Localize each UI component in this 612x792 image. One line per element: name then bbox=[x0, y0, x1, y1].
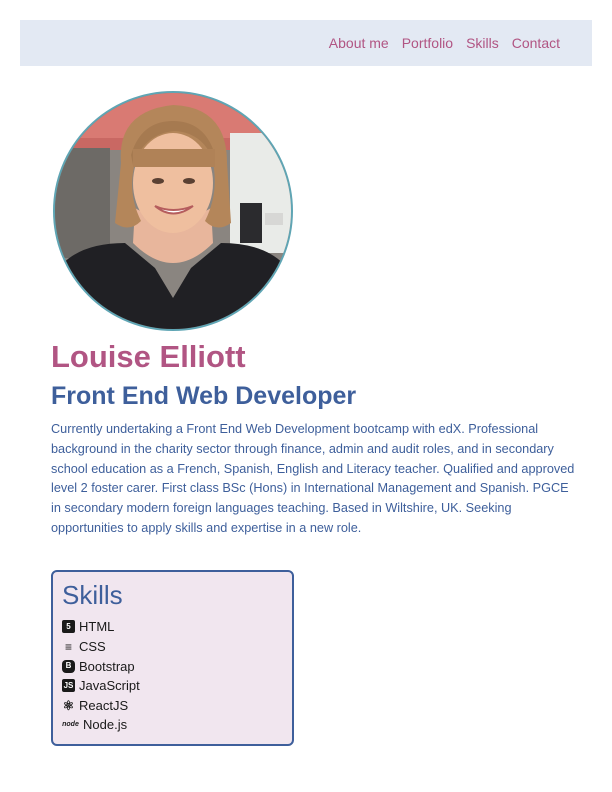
skills-title: Skills bbox=[62, 580, 123, 610]
profile-photo-image bbox=[55, 93, 291, 329]
skill-label: CSS bbox=[79, 639, 106, 655]
skills-card: Skills 5 HTML ≡ CSS B Bootstrap JS JavaS… bbox=[51, 570, 294, 746]
nav-link-about-me[interactable]: About me bbox=[329, 36, 389, 50]
bootstrap-icon: B bbox=[62, 659, 75, 673]
skill-label: ReactJS bbox=[79, 697, 129, 713]
nav-link-skills[interactable]: Skills bbox=[466, 36, 499, 50]
skill-label: Node.js bbox=[83, 717, 128, 733]
skill-item-html: 5 HTML bbox=[62, 617, 283, 637]
html5-icon: 5 bbox=[62, 620, 75, 634]
skill-item-nodejs: node Node.js bbox=[62, 715, 283, 735]
profile-name: Louise Elliott bbox=[51, 339, 246, 374]
skill-item-css: ≡ CSS bbox=[62, 637, 283, 657]
profile-bio: Currently undertaking a Front End Web De… bbox=[51, 422, 575, 535]
skill-item-javascript: JS JavaScript bbox=[62, 676, 283, 696]
skill-item-react: ⚛ ReactJS bbox=[62, 696, 283, 716]
skill-label: Bootstrap bbox=[79, 658, 135, 674]
nodejs-icon: node bbox=[62, 721, 79, 729]
skill-label: HTML bbox=[79, 619, 115, 635]
profile-photo bbox=[53, 91, 293, 331]
react-icon: ⚛ bbox=[62, 697, 75, 713]
skill-label: JavaScript bbox=[79, 678, 140, 694]
css3-icon: ≡ bbox=[64, 639, 72, 654]
profile-role: Front End Web Developer bbox=[51, 382, 357, 410]
javascript-icon: JS bbox=[62, 679, 75, 693]
nav-link-portfolio[interactable]: Portfolio bbox=[402, 36, 453, 50]
navbar: About me Portfolio Skills Contact bbox=[20, 20, 592, 66]
nav-link-contact[interactable]: Contact bbox=[512, 36, 560, 50]
skill-item-bootstrap: B Bootstrap bbox=[62, 656, 283, 676]
